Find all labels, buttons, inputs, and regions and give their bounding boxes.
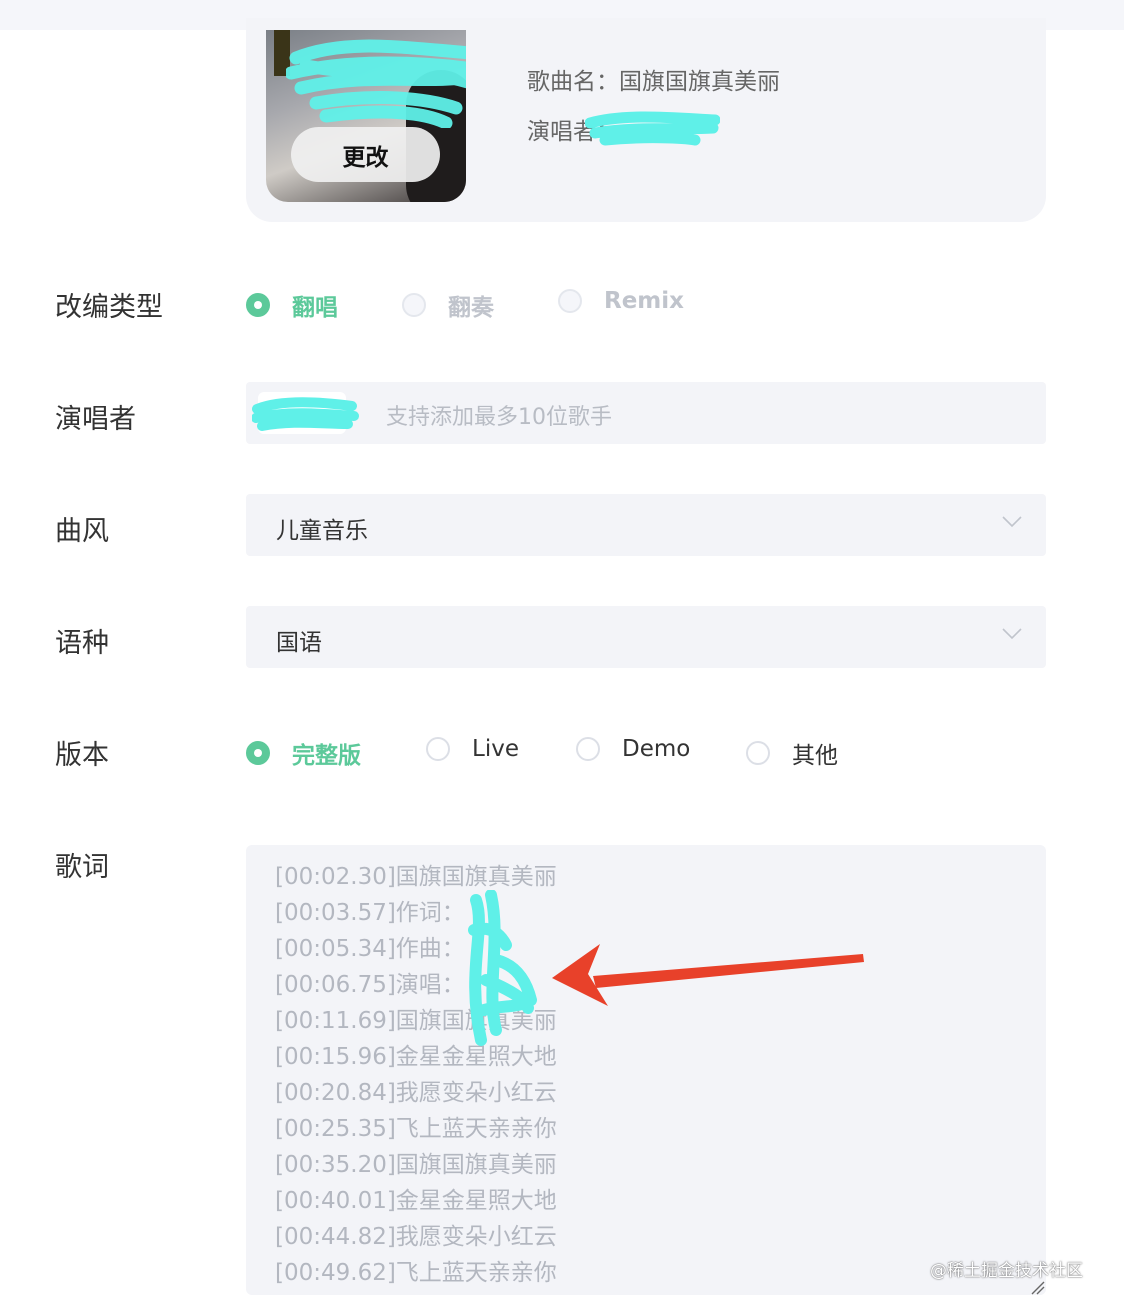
lyric-line: [00:25.35]飞上蓝天亲亲你 <box>275 1116 557 1142</box>
radio-dot <box>558 289 582 313</box>
redaction-scribble <box>286 39 466 128</box>
lyrics-textarea[interactable]: [00:02.30]国旗国旗真美丽 [00:03.57]作词： [00:05.3… <box>246 845 1046 1295</box>
change-cover-button[interactable]: 更改 <box>291 127 440 182</box>
genre-value: 儿童音乐 <box>276 518 368 544</box>
radio-full-version[interactable]: 完整版 <box>246 736 361 770</box>
lyric-line: [00:03.57]作词： <box>275 900 465 926</box>
cover-image[interactable]: 更改 <box>266 30 466 202</box>
radio-live[interactable]: Live <box>426 736 519 762</box>
chevron-down-icon <box>1002 628 1022 640</box>
radio-label: 完整版 <box>292 743 361 769</box>
radio-label: 其他 <box>792 743 838 769</box>
redaction-scribble <box>252 397 359 431</box>
watermark: @稀土掘金技术社区 <box>930 1261 1083 1281</box>
radio-label: Remix <box>604 288 684 314</box>
adaptation-type-label: 改编类型 <box>55 292 163 323</box>
language-select[interactable]: 国语 <box>246 606 1046 668</box>
redaction-scribble <box>468 890 537 1046</box>
lyric-line: [00:35.20]国旗国旗真美丽 <box>275 1152 557 1178</box>
lyric-line: [00:06.75]演唱： <box>275 972 465 998</box>
radio-dot <box>246 741 270 765</box>
resize-handle-icon[interactable] <box>1030 1280 1046 1296</box>
song-name-text: 歌曲名：国旗国旗真美丽 <box>527 69 780 95</box>
redaction-scribble <box>585 111 720 146</box>
language-value: 国语 <box>276 630 322 656</box>
radio-demo[interactable]: Demo <box>576 736 690 762</box>
radio-remix[interactable]: Remix <box>558 288 684 314</box>
lyric-line: [00:05.34]作曲： <box>275 936 465 962</box>
language-label: 语种 <box>55 628 109 659</box>
radio-label: 翻唱 <box>292 295 338 321</box>
red-arrow-annotation <box>552 944 864 1006</box>
radio-other[interactable]: 其他 <box>746 736 838 770</box>
singer-placeholder: 支持添加最多10位歌手 <box>386 405 612 430</box>
radio-label: Demo <box>622 736 691 762</box>
radio-dot <box>426 737 450 761</box>
singer-label: 演唱者 <box>55 404 136 435</box>
radio-dot <box>746 741 770 765</box>
radio-dot <box>402 293 426 317</box>
version-label: 版本 <box>55 740 109 771</box>
lyric-line: [00:40.01]金星金星照大地 <box>275 1188 557 1214</box>
radio-dot <box>246 293 270 317</box>
radio-cover-song[interactable]: 翻唱 <box>246 288 338 322</box>
lyrics-label: 歌词 <box>55 852 109 883</box>
lyric-line: [00:20.84]我愿变朵小红云 <box>275 1080 557 1106</box>
radio-label: 翻奏 <box>448 295 494 321</box>
singer-input[interactable]: 支持添加最多10位歌手 <box>246 382 1046 444</box>
singer-tag[interactable] <box>252 392 359 434</box>
radio-dot <box>576 737 600 761</box>
genre-label: 曲风 <box>55 516 109 547</box>
lyric-line: [00:44.82]我愿变朵小红云 <box>275 1224 557 1250</box>
genre-select[interactable]: 儿童音乐 <box>246 494 1046 556</box>
radio-cover-instrumental[interactable]: 翻奏 <box>402 288 494 322</box>
chevron-down-icon <box>1002 516 1022 528</box>
lyric-line: [00:02.30]国旗国旗真美丽 <box>275 864 557 890</box>
lyric-line: [00:49.62]飞上蓝天亲亲你 <box>275 1260 557 1286</box>
radio-label: Live <box>472 736 519 762</box>
